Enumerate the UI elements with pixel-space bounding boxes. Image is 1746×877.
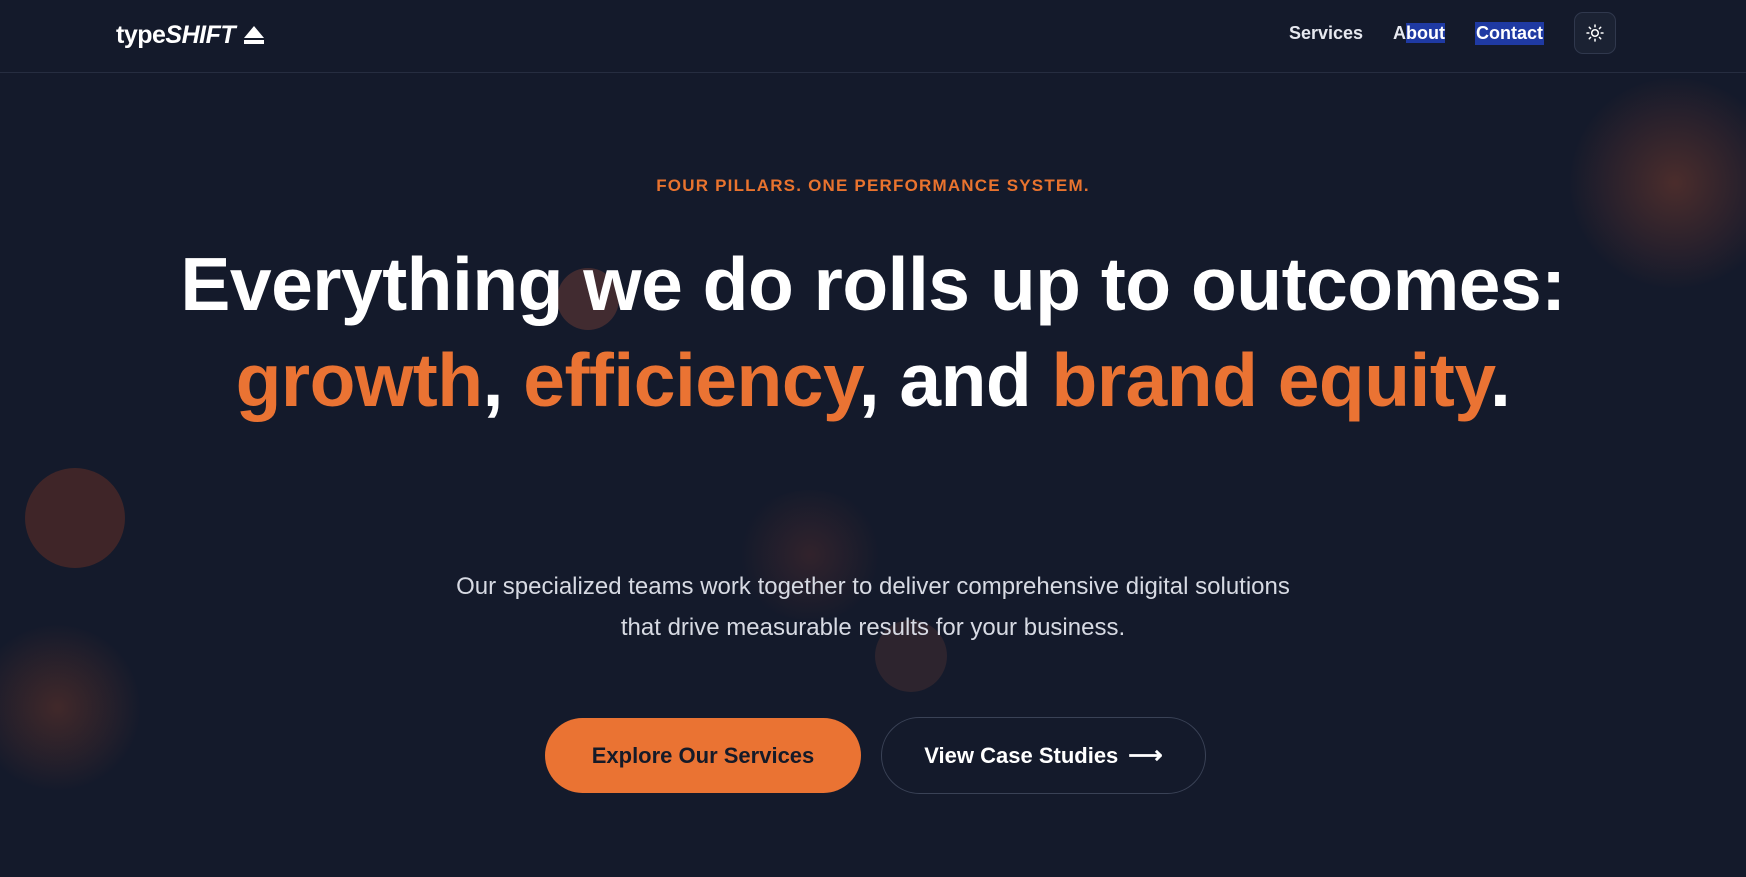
main-nav: Services About Contact: [1289, 12, 1616, 54]
hero-subtitle-line2: that drive measurable results for your b…: [620, 614, 1126, 641]
explore-services-label: Explore Our Services: [591, 742, 815, 768]
headline-text: , and: [858, 338, 1052, 422]
arrow-right-icon: ⟶: [1128, 742, 1163, 769]
logo-text-type: type: [116, 20, 166, 49]
eject-triangle-icon: [244, 26, 265, 44]
theme-toggle-button[interactable]: [1574, 12, 1616, 54]
hero-headline: Everything we do rolls up to outcomes: g…: [173, 236, 1573, 428]
hero-subtitle: Our specialized teams work together to d…: [323, 566, 1423, 648]
logo[interactable]: type SHIFT: [116, 20, 265, 50]
logo-text-shift: SHIFT: [165, 20, 236, 49]
headline-accent-brand-equity: brand equity: [1051, 338, 1491, 422]
page: type SHIFT Services About Contact FOUR P…: [0, 0, 1746, 877]
hero-eyebrow: FOUR PILLARS. ONE PERFORMANCE SYSTEM.: [656, 176, 1090, 195]
headline-text: Everything we do rolls up to outcomes:: [180, 242, 1566, 326]
nav-link-about-rest: bout: [1406, 22, 1445, 43]
headline-accent-efficiency: efficiency: [523, 338, 859, 422]
hero-subtitle-line1: Our specialized teams work together to d…: [456, 573, 1290, 600]
view-case-studies-button[interactable]: View Case Studies ⟶: [881, 717, 1206, 794]
nav-link-about[interactable]: About: [1393, 22, 1445, 44]
decorative-orb: [25, 468, 125, 568]
headline-text: .: [1490, 338, 1511, 422]
site-header: type SHIFT Services About Contact: [0, 0, 1746, 73]
sun-icon: [1586, 24, 1604, 42]
nav-link-services[interactable]: Services: [1289, 23, 1363, 44]
explore-services-button[interactable]: Explore Our Services: [545, 718, 861, 793]
view-case-studies-label: View Case Studies: [924, 742, 1119, 768]
nav-link-about-first-letter: A: [1393, 22, 1407, 43]
nav-link-contact[interactable]: Contact: [1475, 21, 1544, 45]
headline-accent-growth: growth: [235, 338, 483, 422]
decorative-orb: [0, 625, 140, 790]
headline-text: ,: [482, 338, 524, 422]
